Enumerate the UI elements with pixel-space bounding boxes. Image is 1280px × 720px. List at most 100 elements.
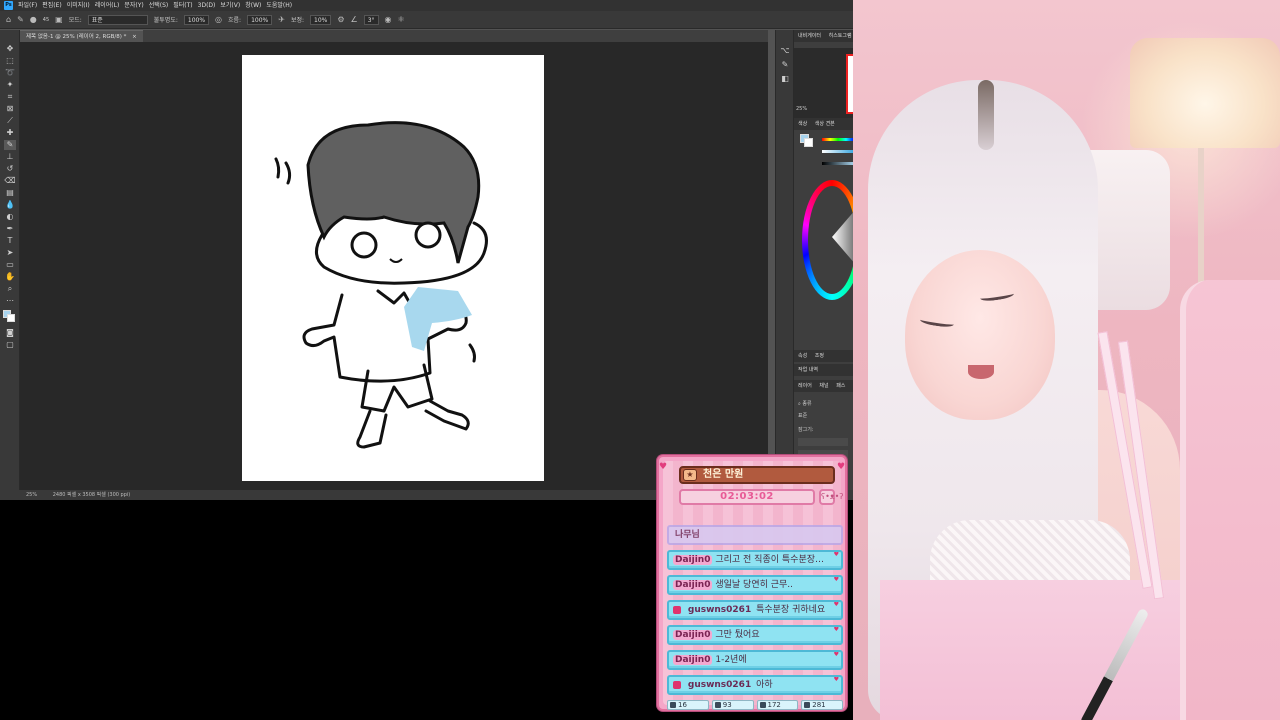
smoothing-field[interactable]: 10% [310,14,332,25]
history-brush-icon[interactable]: ↺ [4,164,16,174]
menu-bar: Ps 파일(F) 편집(E) 이미지(I) 레이어(L) 문자(Y) 선택(S)… [0,0,853,11]
frame-tool-icon[interactable]: ⊠ [4,104,16,114]
tab-color[interactable]: 색상 [798,121,807,127]
color-panel-background[interactable] [804,138,813,147]
menu-select[interactable]: 선택(S) [149,0,169,11]
chat-message: ♥ guswns0261 특수분장 귀하네요 [667,600,843,620]
chat-message: 나무님 [667,525,843,545]
history-panel-icon[interactable]: ⌥ [779,46,791,56]
motion-line [468,343,476,363]
home-icon[interactable]: ⌂ [6,15,11,24]
layer-lock-label: 잠그기: [798,427,814,433]
eyedropper-icon[interactable]: ⟋ [4,116,16,126]
menu-3d[interactable]: 3D(D) [198,0,216,11]
brush-preset-icon[interactable]: ● [30,15,37,24]
shape-tool-icon[interactable]: ▭ [4,260,16,270]
status-zoom[interactable]: 25% [26,492,37,498]
tab-swatches[interactable]: 색상 견본 [815,121,835,127]
brush-settings-icon[interactable]: ▣ [55,15,63,24]
lasso-tool-icon[interactable]: ➰ [4,68,16,78]
flow-field[interactable]: 100% [247,14,273,25]
chat-message: ♥ Daijin0 1-2년에 [667,650,843,670]
heart-icon: ♥ [833,551,839,558]
smoothing-settings-icon[interactable]: ⚙ [337,15,344,24]
zoom-tool-icon[interactable]: ⌕ [4,284,16,294]
screen-mode-icon[interactable]: ▢ [4,340,16,350]
blur-tool-icon[interactable]: 💧 [4,200,16,210]
menu-help[interactable]: 도움말(H) [266,0,292,11]
crop-tool-icon[interactable]: ⌗ [4,92,16,102]
pressure-opacity-icon[interactable]: ◎ [215,15,222,24]
menu-edit[interactable]: 편집(E) [42,0,62,11]
document-tab[interactable]: 제목 없음-1 @ 25% (레이어 2, RGB/8) * × [20,30,143,42]
brush-tool-icon[interactable]: ✎ [17,15,24,24]
hand-tool-icon[interactable]: ✋ [4,272,16,282]
angle-icon: ∠ [350,15,358,24]
total-icon [804,702,811,708]
move-tool-icon[interactable]: ✥ [4,44,16,54]
tab-channels[interactable]: 채널 [819,383,828,389]
gradient-tool-icon[interactable]: ▤ [4,188,16,198]
menu-view[interactable]: 보기(V) [220,0,240,11]
opacity-field[interactable]: 100% [183,14,210,25]
tab-paths[interactable]: 패스 [836,383,845,389]
color-tabs: 색상 색상 견본 [794,118,853,130]
collapsed-panel-dock: ⌥ ✎ ◧ [775,30,793,490]
symmetry-icon[interactable]: ⚛ [398,15,405,24]
tab-layers[interactable]: 레이어 [798,383,812,389]
close-tab-icon[interactable]: × [132,34,137,40]
tab-adjustments[interactable]: 조정 [815,353,824,359]
healing-brush-icon[interactable]: ✚ [4,128,16,138]
path-select-icon[interactable]: ➤ [4,248,16,258]
mouth [389,258,403,263]
brush-panel-icon[interactable]: ✎ [779,60,791,70]
layer-filter[interactable]: ⌕ 종류 [798,400,812,407]
chat-title: ★ 천은 만원 [679,466,835,484]
navigator-zoom[interactable]: 25% [796,106,807,112]
tab-history[interactable]: 작업 내역 [798,367,818,373]
heart-icon: ♥ [833,626,839,633]
color-wheel[interactable] [802,180,853,300]
tab-properties[interactable]: 속성 [798,353,807,359]
menu-file[interactable]: 파일(F) [18,0,37,11]
pressure-size-icon[interactable]: ◉ [385,15,392,24]
chat-text: 아하 [756,680,773,690]
layer-blend-mode[interactable]: 표준 [798,412,807,419]
magic-wand-icon[interactable]: ✦ [4,80,16,90]
heart-icon: ♥ [837,462,846,472]
quick-mask-icon[interactable]: ◙ [4,328,16,338]
hue-slider[interactable] [822,138,853,141]
marquee-tool-icon[interactable]: ⬚ [4,56,16,66]
document-canvas[interactable] [242,55,544,481]
saturation-slider[interactable] [822,150,853,153]
options-bar: ⌂ ✎ ● 45 ▣ 모드: 표준 불투명도: 100% ◎ 흐름: 100% … [0,11,853,29]
menu-type[interactable]: 문자(Y) [124,0,143,11]
more-tools-icon[interactable]: ⋯ [4,296,16,306]
tab-histogram[interactable]: 히스토그램 [829,33,852,39]
brightness-slider[interactable] [822,162,853,165]
mode-select[interactable]: 표준 [87,14,148,25]
layer-row[interactable] [798,438,848,446]
adjust-panel-icon[interactable]: ◧ [779,74,791,84]
airbrush-icon[interactable]: ✈ [278,15,285,24]
menu-filter[interactable]: 필터(T) [173,0,192,11]
navigator-view-frame[interactable] [846,54,853,114]
flow-label: 흐름: [228,17,242,24]
tab-navigator[interactable]: 내비게이터 [798,33,821,39]
motion-line [284,161,292,185]
type-tool-icon[interactable]: T [4,236,16,246]
angle-field[interactable]: 3° [363,14,379,25]
brush-tool-active-icon[interactable]: ✎ [4,140,16,150]
menu-image[interactable]: 이미지(I) [67,0,90,11]
menu-layer[interactable]: 레이어(L) [95,0,120,11]
bear-icon: ʕ•ᴥ•ʔ [819,489,843,505]
background-color-swatch[interactable] [7,314,15,322]
dodge-tool-icon[interactable]: ◐ [4,212,16,222]
pen-tool-icon[interactable]: ✒ [4,224,16,234]
document-tab-label: 제목 없음-1 @ 25% (레이어 2, RGB/8) * [26,34,127,40]
menu-window[interactable]: 창(W) [245,0,261,11]
stamp-tool-icon[interactable]: ⊥ [4,152,16,162]
eraser-tool-icon[interactable]: ⌫ [4,176,16,186]
chat-text: 그만 뒀어요 [715,630,760,640]
navigator-thumbnail[interactable] [794,48,853,128]
